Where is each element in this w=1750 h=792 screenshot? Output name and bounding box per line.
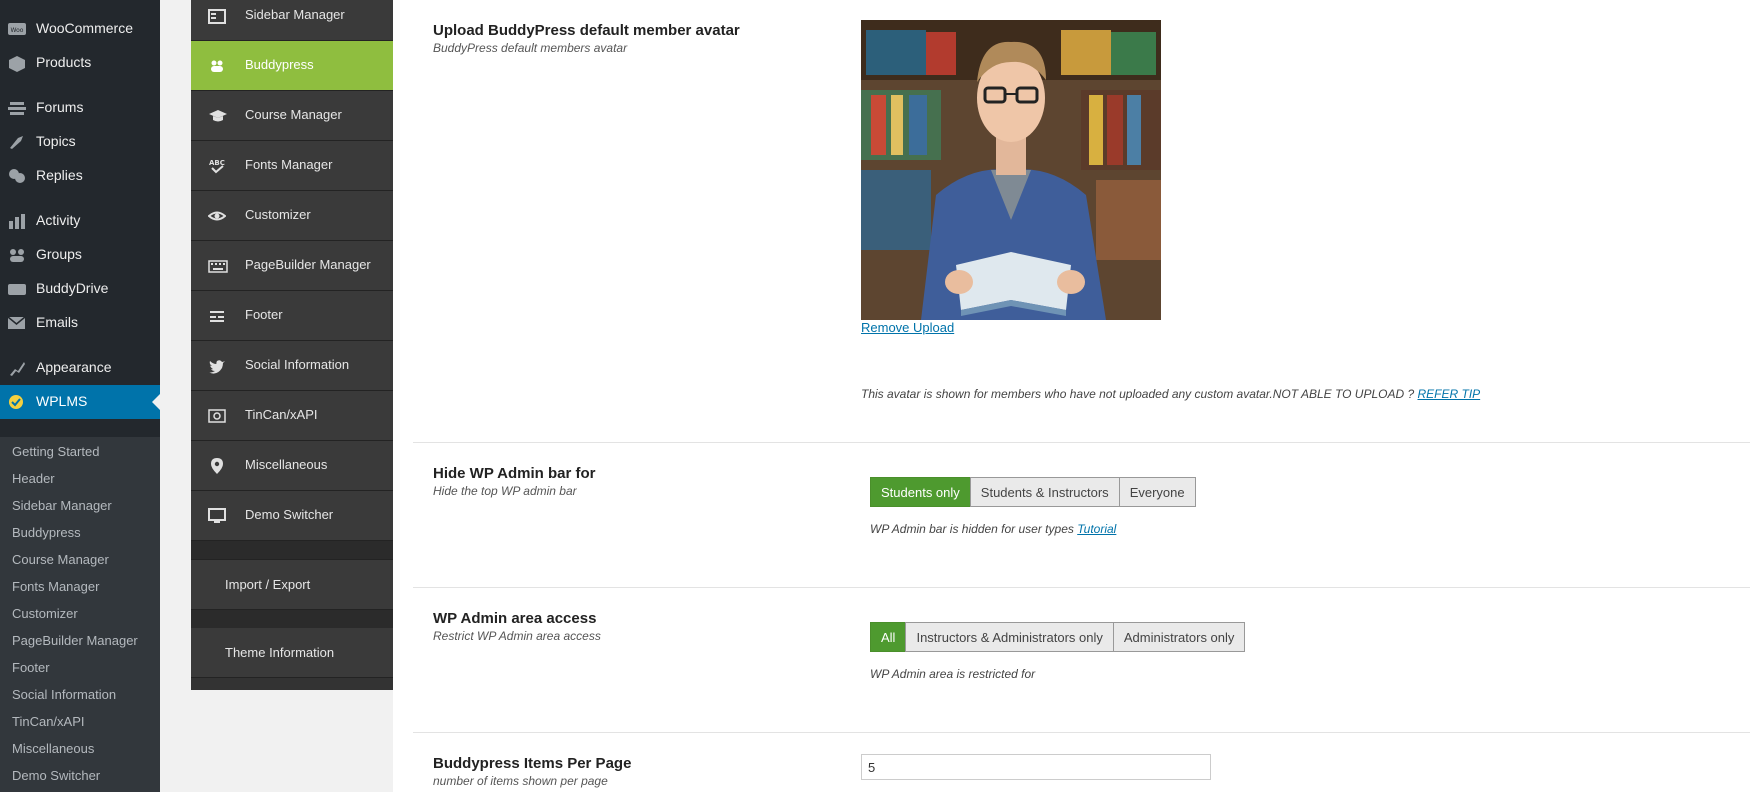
submenu-getting-started[interactable]: Getting Started bbox=[12, 444, 99, 459]
wplms-submenu: Getting Started Header Sidebar Manager B… bbox=[0, 437, 160, 792]
opt-nav-miscellaneous[interactable]: Miscellaneous bbox=[191, 441, 393, 491]
avatar-section-title: Upload BuddyPress default member avatar bbox=[433, 22, 740, 39]
submenu-miscellaneous[interactable]: Miscellaneous bbox=[12, 741, 94, 756]
menu-item-emails[interactable]: Emails bbox=[0, 308, 160, 338]
menu-item-groups[interactable]: Groups bbox=[0, 240, 160, 270]
wplms-icon bbox=[8, 394, 26, 410]
menu-item-forums[interactable]: Forums bbox=[0, 93, 160, 123]
adminarea-section-subtitle: Restrict WP Admin area access bbox=[433, 629, 601, 643]
options-content: Upload BuddyPress default member avatar … bbox=[393, 0, 1750, 792]
opt-nav-fonts-manager[interactable]: ABC Fonts Manager bbox=[191, 141, 393, 191]
submenu-pagebuilder-manager[interactable]: PageBuilder Manager bbox=[12, 633, 138, 648]
remove-upload-link[interactable]: Remove Upload bbox=[861, 320, 954, 335]
refer-tip-link[interactable]: REFER TIP bbox=[1417, 387, 1480, 401]
menu-item-topics[interactable]: Topics bbox=[0, 127, 160, 157]
buddypress-icon bbox=[208, 57, 226, 75]
groups-icon bbox=[8, 247, 26, 263]
opt-nav-tincan[interactable]: TinCan/xAPI bbox=[191, 391, 393, 441]
adminarea-option-all[interactable]: All bbox=[870, 622, 907, 652]
adminarea-section-title: WP Admin area access bbox=[433, 610, 597, 627]
submenu-footer[interactable]: Footer bbox=[12, 660, 50, 675]
opt-nav-import-export[interactable]: Import / Export bbox=[191, 560, 393, 610]
adminarea-option-instructors-administrators[interactable]: Instructors & Administrators only bbox=[905, 622, 1114, 652]
section-divider bbox=[413, 442, 1750, 443]
activity-icon bbox=[8, 213, 26, 229]
opt-nav-theme-information[interactable]: Theme Information bbox=[191, 628, 393, 678]
svg-text:Woo: Woo bbox=[11, 27, 24, 34]
eye-icon bbox=[207, 207, 227, 225]
adminbar-option-students-instructors[interactable]: Students & Instructors bbox=[969, 477, 1120, 507]
opt-nav-pagebuilder-manager[interactable]: PageBuilder Manager bbox=[191, 241, 393, 291]
submenu-fonts-manager[interactable]: Fonts Manager bbox=[12, 579, 99, 594]
adminbar-option-everyone[interactable]: Everyone bbox=[1118, 477, 1196, 507]
opt-nav-footer[interactable]: Footer bbox=[191, 291, 393, 341]
forums-icon bbox=[8, 100, 26, 116]
adminarea-description: WP Admin area is restricted for bbox=[870, 667, 1036, 681]
adminbar-button-group: Students only Students & Instructors Eve… bbox=[870, 477, 1196, 507]
tutorial-link[interactable]: Tutorial bbox=[1077, 522, 1116, 536]
adminbar-description: WP Admin bar is hidden for user types Tu… bbox=[870, 522, 1117, 536]
submenu-buddypress[interactable]: Buddypress bbox=[12, 525, 81, 540]
items-per-page-subtitle: number of items shown per page bbox=[433, 774, 608, 788]
menu-item-appearance[interactable]: Appearance bbox=[0, 353, 160, 383]
submenu-demo-switcher[interactable]: Demo Switcher bbox=[12, 768, 100, 783]
avatar-image[interactable] bbox=[861, 20, 1161, 320]
opt-nav-buddypress[interactable]: Buddypress bbox=[191, 41, 393, 91]
opt-nav-course-manager[interactable]: Course Manager bbox=[191, 91, 393, 141]
section-divider bbox=[413, 587, 1750, 588]
menu-item-replies[interactable]: Replies bbox=[0, 161, 160, 191]
opt-nav-customizer[interactable]: Customizer bbox=[191, 191, 393, 241]
submenu-social-information[interactable]: Social Information bbox=[12, 687, 116, 702]
submenu-tincan[interactable]: TinCan/xAPI bbox=[12, 714, 85, 729]
options-nav: Sidebar Manager Buddypress Course Manage… bbox=[191, 0, 393, 690]
adminarea-button-group: All Instructors & Administrators only Ad… bbox=[870, 622, 1246, 652]
menu-item-woocommerce[interactable]: Woo WooCommerce bbox=[0, 14, 160, 44]
appearance-icon bbox=[8, 360, 26, 376]
emails-icon bbox=[7, 315, 26, 331]
adminarea-option-administrators-only[interactable]: Administrators only bbox=[1112, 622, 1246, 652]
twitter-icon bbox=[208, 357, 226, 375]
opt-nav-demo-switcher[interactable]: Demo Switcher bbox=[191, 491, 393, 541]
adminbar-section-subtitle: Hide the top WP admin bar bbox=[433, 484, 577, 498]
opt-nav-social-information[interactable]: Social Information bbox=[191, 341, 393, 391]
items-per-page-title: Buddypress Items Per Page bbox=[433, 755, 632, 772]
submenu-header[interactable]: Header bbox=[12, 471, 55, 486]
section-divider bbox=[413, 732, 1750, 733]
submenu-course-manager[interactable]: Course Manager bbox=[12, 552, 109, 567]
topics-icon bbox=[8, 134, 26, 150]
products-icon bbox=[8, 55, 26, 72]
map-pin-icon bbox=[208, 457, 226, 475]
avatar-section-subtitle: BuddyPress default members avatar bbox=[433, 41, 628, 55]
adminbar-section-title: Hide WP Admin bar for bbox=[433, 465, 596, 482]
options-nav-separator bbox=[191, 541, 393, 560]
graduation-cap-icon bbox=[208, 107, 227, 125]
keyboard-icon bbox=[208, 257, 228, 275]
wp-admin-menu: Woo WooCommerce Products Forums Topics R… bbox=[0, 0, 160, 792]
menu-item-wplms[interactable]: WPLMS bbox=[0, 385, 160, 419]
tincan-icon bbox=[208, 407, 226, 425]
submenu-sidebar-manager[interactable]: Sidebar Manager bbox=[12, 498, 112, 513]
menu-item-products[interactable]: Products bbox=[0, 48, 160, 78]
footer-icon bbox=[208, 307, 226, 325]
monitor-icon bbox=[208, 507, 226, 525]
adminbar-option-students-only[interactable]: Students only bbox=[870, 477, 971, 507]
replies-icon bbox=[8, 168, 26, 184]
woocommerce-icon: Woo bbox=[8, 21, 26, 37]
menu-item-buddydrive[interactable]: BuddyDrive bbox=[0, 274, 160, 304]
menu-item-activity[interactable]: Activity bbox=[0, 206, 160, 236]
avatar-description: This avatar is shown for members who hav… bbox=[861, 387, 1481, 401]
buddydrive-icon bbox=[8, 281, 26, 297]
options-nav-separator bbox=[191, 610, 393, 629]
sidebar-icon bbox=[208, 7, 226, 25]
opt-nav-sidebar-manager[interactable]: Sidebar Manager bbox=[191, 0, 393, 41]
items-per-page-input[interactable] bbox=[861, 754, 1211, 780]
spellcheck-icon: ABC bbox=[208, 157, 226, 175]
submenu-customizer[interactable]: Customizer bbox=[12, 606, 78, 621]
